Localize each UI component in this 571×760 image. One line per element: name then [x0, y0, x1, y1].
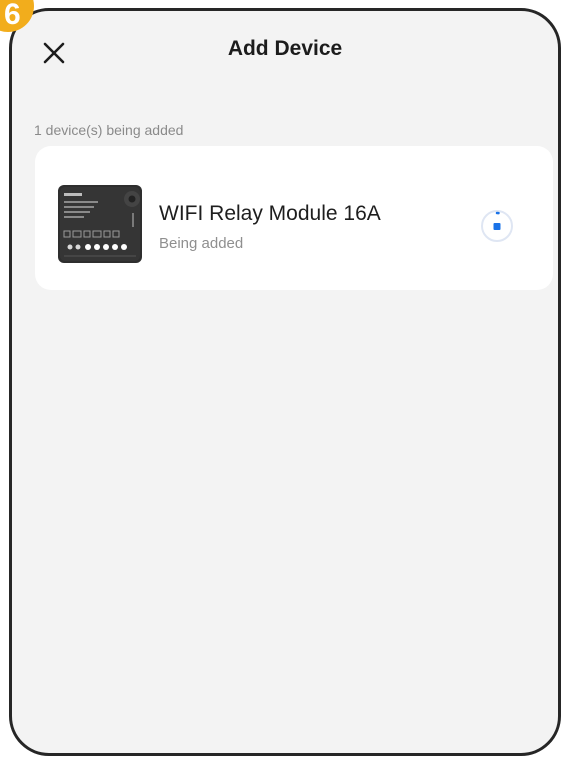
adding-status-text: 1 device(s) being added: [34, 122, 184, 138]
loading-spinner-icon: [481, 210, 513, 242]
device-name: WIFI Relay Module 16A: [159, 202, 381, 225]
device-card[interactable]: WIFI Relay Module 16A Being added: [35, 146, 553, 290]
device-status: Being added: [159, 235, 244, 252]
page-title: Add Device: [227, 37, 343, 60]
device-image: [56, 183, 144, 265]
loading-spinner: [480, 209, 514, 243]
step-number: 6: [4, 0, 21, 31]
phone-frame: Add Device 1 device(s) being added WIFI …: [9, 8, 561, 756]
screenshot-canvas: 6 Add Device 1 device(s) being added WIF…: [0, 0, 571, 760]
relay-module-image: [58, 185, 142, 263]
